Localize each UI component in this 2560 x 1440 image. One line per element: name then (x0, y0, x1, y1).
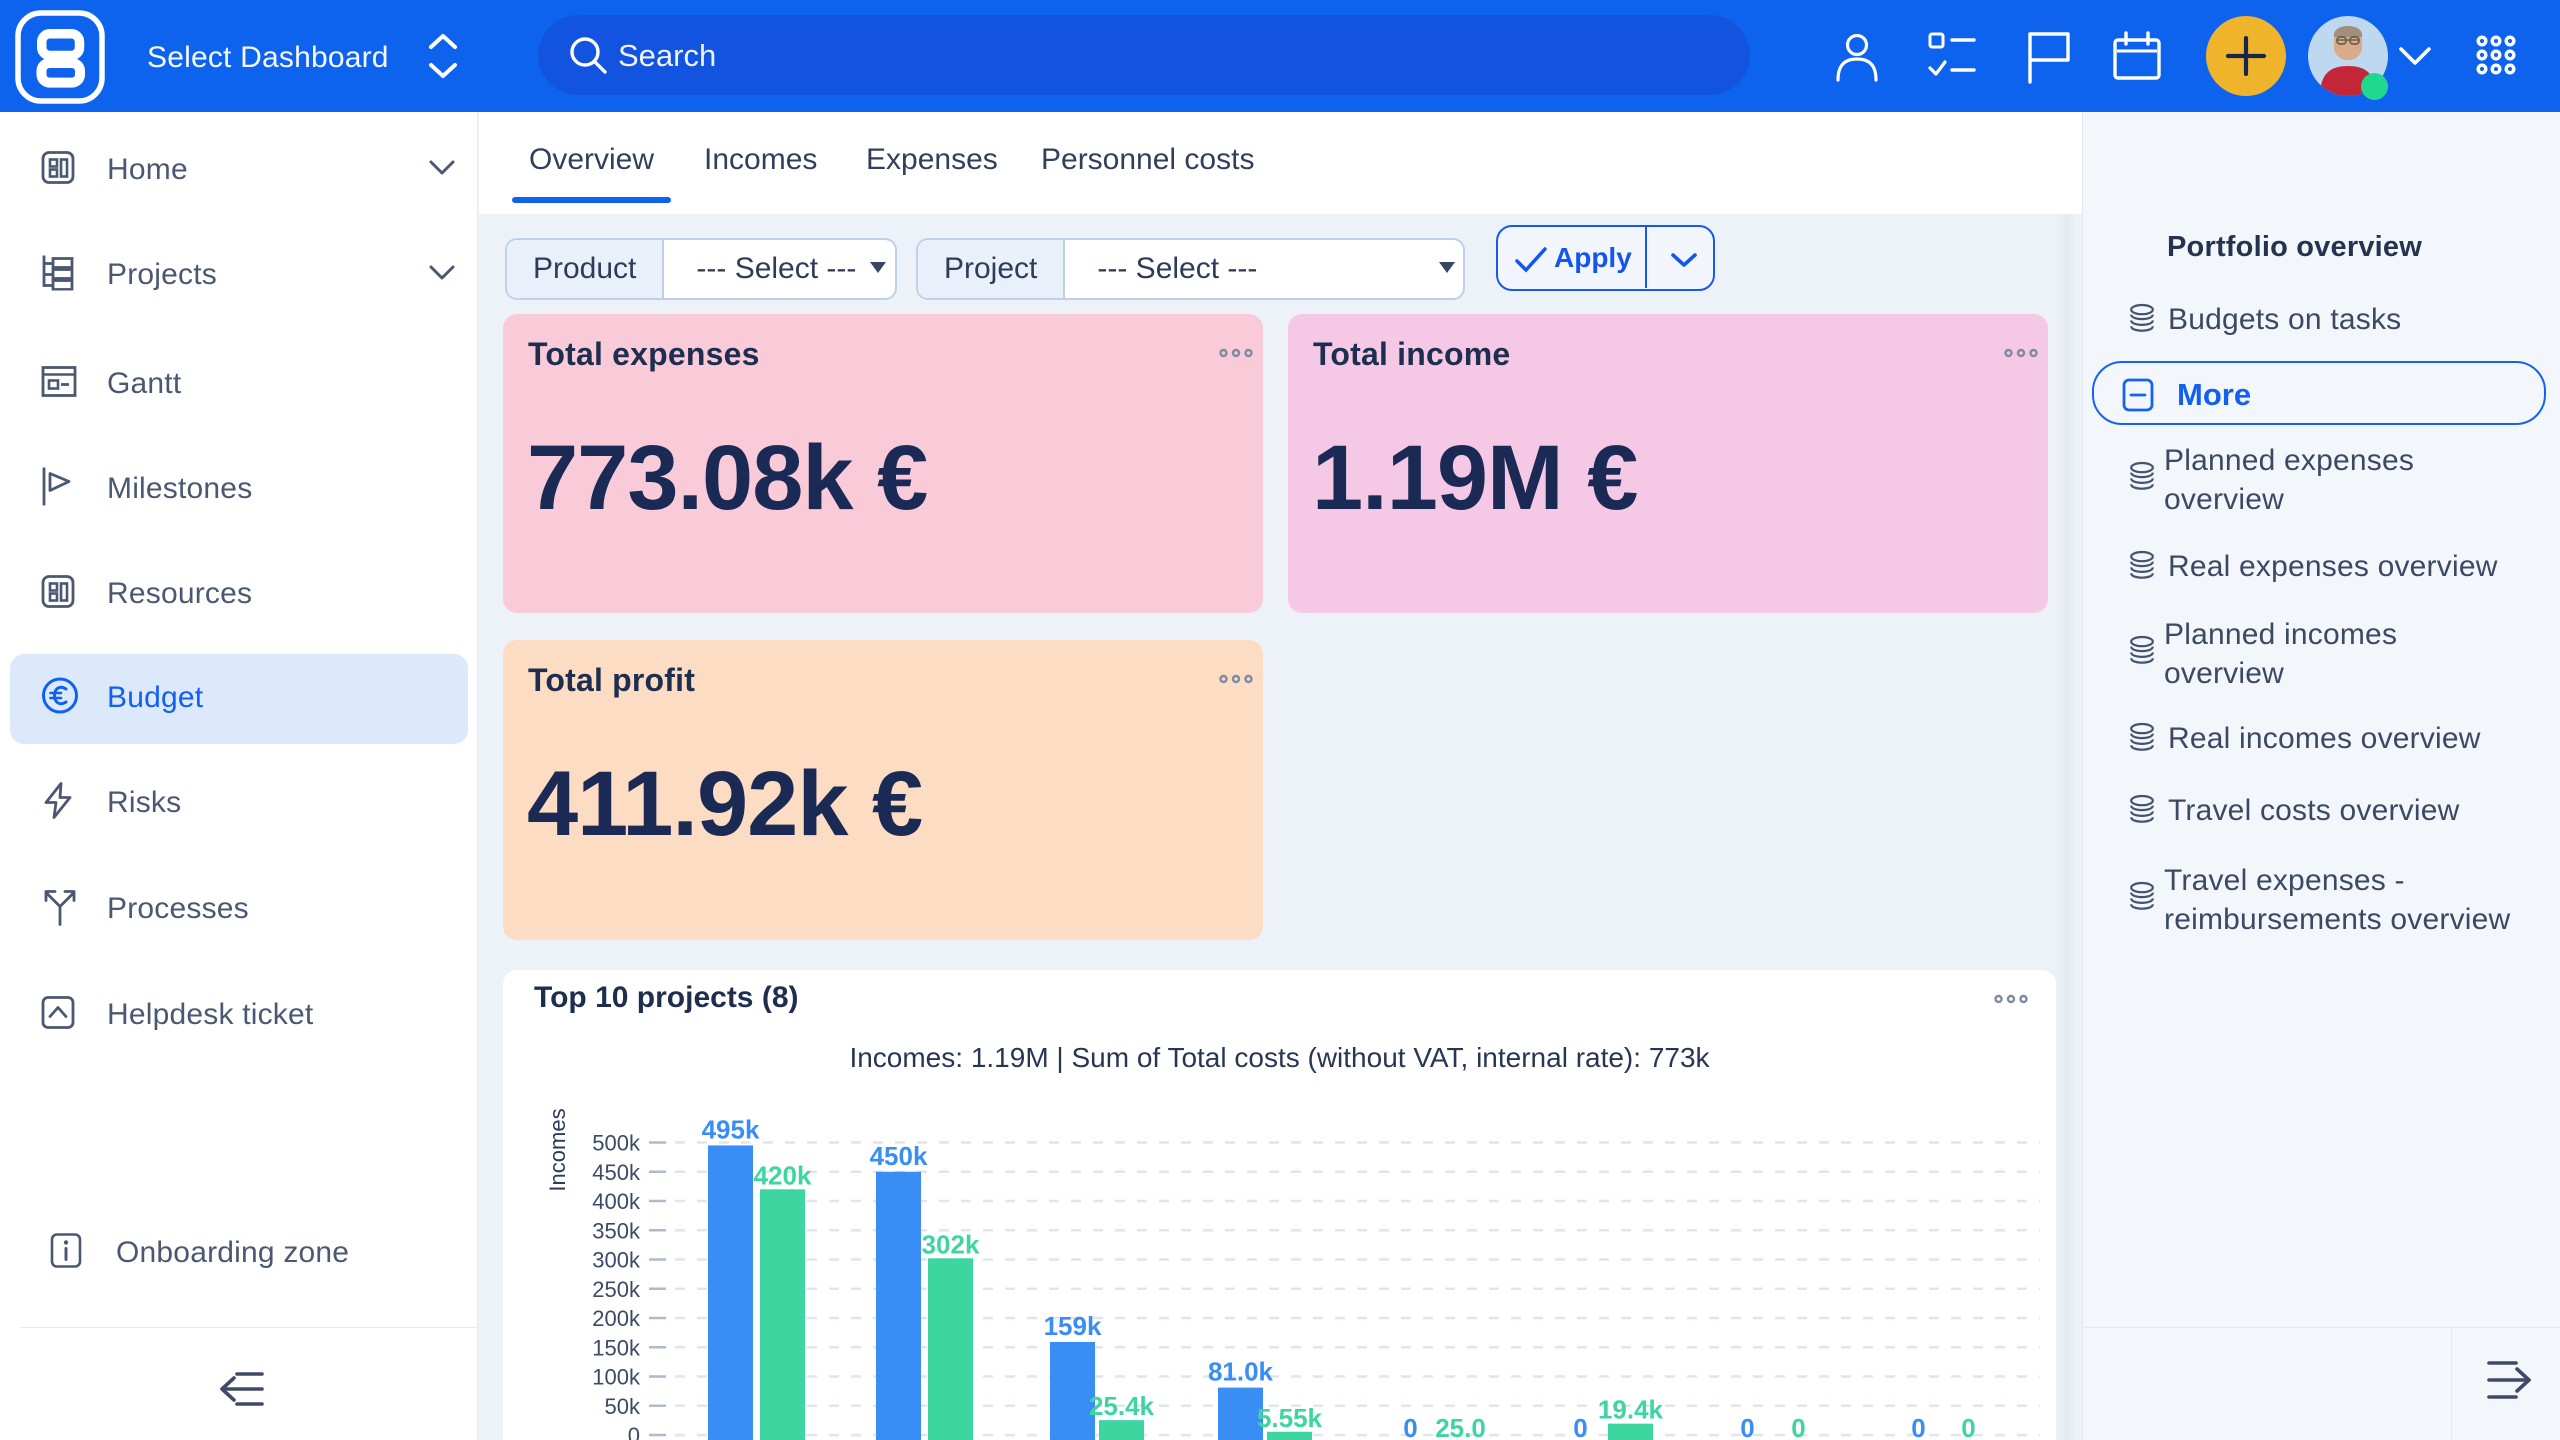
svg-text:Incomes: Incomes (545, 1108, 570, 1191)
svg-text:500k: 500k (592, 1131, 641, 1156)
svg-text:25.4k: 25.4k (1089, 1391, 1155, 1421)
svg-text:25.0: 25.0 (1435, 1413, 1486, 1440)
svg-text:200k: 200k (592, 1306, 641, 1331)
svg-text:0: 0 (1573, 1413, 1587, 1440)
svg-text:159k: 159k (1044, 1311, 1102, 1341)
svg-text:450k: 450k (870, 1141, 928, 1171)
svg-text:0: 0 (1403, 1413, 1417, 1440)
svg-text:300k: 300k (592, 1248, 641, 1273)
svg-text:0: 0 (1791, 1413, 1805, 1440)
svg-text:420k: 420k (754, 1160, 812, 1190)
svg-text:0: 0 (1961, 1413, 1975, 1440)
svg-text:50k: 50k (605, 1394, 641, 1419)
svg-text:400k: 400k (592, 1189, 641, 1214)
svg-text:0: 0 (628, 1423, 640, 1440)
svg-text:0: 0 (1740, 1413, 1754, 1440)
svg-text:250k: 250k (592, 1277, 641, 1302)
svg-text:81.0k: 81.0k (1208, 1357, 1274, 1387)
svg-text:100k: 100k (592, 1365, 641, 1390)
svg-text:495k: 495k (702, 1114, 760, 1144)
svg-text:450k: 450k (592, 1160, 641, 1185)
svg-text:5.55k: 5.55k (1257, 1403, 1323, 1433)
svg-text:350k: 350k (592, 1218, 641, 1243)
svg-text:150k: 150k (592, 1335, 641, 1360)
svg-text:19.4k: 19.4k (1598, 1395, 1664, 1425)
svg-text:302k: 302k (922, 1229, 980, 1259)
svg-text:0: 0 (1911, 1413, 1925, 1440)
